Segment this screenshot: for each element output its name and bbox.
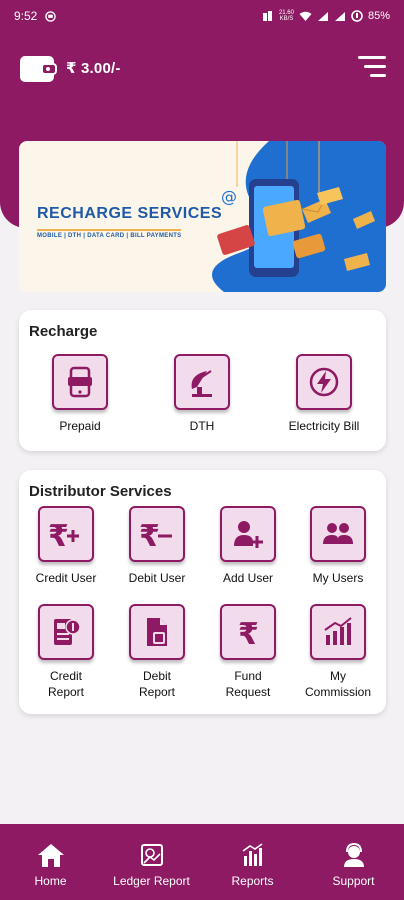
my-commission-label-line1: My bbox=[330, 669, 346, 683]
credit-report-service[interactable]: Credit Report bbox=[21, 604, 111, 700]
my-commission-service[interactable]: My Commission bbox=[293, 604, 383, 700]
distributor-card: Distributor Services ₹ Credit User ₹ Deb… bbox=[19, 470, 386, 714]
support-agent-icon bbox=[343, 842, 364, 867]
credit-user-label: Credit User bbox=[35, 571, 97, 585]
wallet-icon bbox=[20, 56, 57, 82]
dth-label: DTH bbox=[189, 419, 215, 433]
add-user-tile bbox=[220, 506, 276, 562]
debit-report-label-line2: Report bbox=[138, 685, 176, 699]
alarm-icon bbox=[262, 11, 272, 21]
nav-home-label: Home bbox=[34, 874, 67, 888]
bottom-navigation: Home Ledger Report Reports Support bbox=[0, 824, 404, 900]
credit-report-tile bbox=[38, 604, 94, 660]
wallet-balance[interactable]: ₹ 3.00/- bbox=[18, 52, 121, 84]
my-users-service[interactable]: My Users bbox=[293, 506, 383, 586]
electricity-tile bbox=[296, 354, 352, 410]
notification-icon bbox=[45, 10, 57, 22]
nav-ledger-label: Ledger Report bbox=[113, 874, 190, 888]
fund-request-label-line2: Request bbox=[225, 685, 271, 699]
home-icon bbox=[37, 844, 64, 867]
wallet-amount: ₹ 3.00/- bbox=[66, 60, 121, 77]
my-commission-label-line2: Commission bbox=[304, 685, 371, 699]
debit-user-label: Debit User bbox=[128, 571, 186, 585]
ledger-icon bbox=[140, 844, 163, 866]
rupee-minus-icon: ₹ bbox=[139, 519, 172, 551]
banner-title: RECHARGE SERVICES bbox=[37, 205, 223, 222]
debit-report-icon bbox=[147, 618, 167, 646]
add-user-label: Add User bbox=[222, 571, 274, 585]
credit-user-tile: ₹ bbox=[38, 506, 94, 562]
prepaid-service[interactable]: Prepaid bbox=[35, 354, 125, 434]
credit-report-label-line2: Report bbox=[47, 685, 85, 699]
dth-service[interactable]: DTH bbox=[157, 354, 247, 434]
signal-2-icon bbox=[334, 11, 345, 21]
fund-request-tile: ₹ bbox=[220, 604, 276, 660]
banner-subtitle: MOBILE | DTH | DATA CARD | BILL PAYMENTS bbox=[37, 229, 182, 239]
prepaid-label: Prepaid bbox=[59, 419, 101, 433]
svg-text:₹: ₹ bbox=[238, 617, 259, 649]
battery-level: 85% bbox=[367, 10, 390, 22]
rupee-icon: ₹ bbox=[238, 617, 259, 649]
add-user-icon bbox=[234, 521, 263, 548]
debit-report-service[interactable]: Debit Report bbox=[112, 604, 202, 700]
credit-report-icon bbox=[54, 619, 81, 645]
battery-icon bbox=[351, 10, 363, 22]
fund-request-service[interactable]: ₹ Fund Request bbox=[203, 604, 293, 700]
svg-text:@: @ bbox=[221, 187, 237, 206]
my-commission-label: My Commission bbox=[293, 668, 383, 700]
status-time: 9:52 bbox=[14, 9, 38, 23]
svg-text:₹: ₹ bbox=[139, 519, 160, 551]
distributor-section-title: Distributor Services bbox=[29, 483, 172, 500]
credit-report-label-line1: Credit bbox=[49, 669, 82, 683]
nav-home[interactable]: Home bbox=[0, 824, 101, 900]
promo-banner[interactable]: @ RECHARGE SERVICES MOBILE | DTH | DATA … bbox=[19, 141, 386, 292]
debit-report-label: Debit Report bbox=[112, 668, 202, 700]
lightning-bolt-icon bbox=[309, 367, 339, 397]
menu-line bbox=[358, 56, 386, 59]
credit-report-label: Credit Report bbox=[21, 668, 111, 700]
nav-reports[interactable]: Reports bbox=[202, 824, 303, 900]
menu-button[interactable] bbox=[358, 56, 386, 78]
bar-chart-icon bbox=[242, 843, 262, 866]
network-speed-unit: KB/S bbox=[279, 16, 294, 22]
nav-ledger-report[interactable]: Ledger Report bbox=[101, 824, 202, 900]
recharge-section-title: Recharge bbox=[29, 323, 98, 340]
electricity-bill-service[interactable]: Electricity Bill bbox=[279, 354, 369, 434]
growth-chart-icon bbox=[324, 617, 352, 645]
recharge-card: Recharge Prepaid DTH Electricity Bill bbox=[19, 310, 386, 451]
debit-report-label-line1: Debit bbox=[142, 669, 171, 683]
menu-line bbox=[364, 65, 386, 68]
debit-user-tile: ₹ bbox=[129, 506, 185, 562]
fund-request-label-line1: Fund bbox=[234, 669, 262, 683]
my-users-label: My Users bbox=[312, 571, 364, 585]
add-user-service[interactable]: Add User bbox=[203, 506, 293, 586]
dth-tile bbox=[174, 354, 230, 410]
electricity-label: Electricity Bill bbox=[288, 419, 360, 433]
status-bar: 9:52 21.60 KB/S 85% bbox=[0, 0, 404, 32]
nav-support-label: Support bbox=[332, 874, 375, 888]
debit-user-service[interactable]: ₹ Debit User bbox=[112, 506, 202, 586]
network-speed: 21.60 KB/S bbox=[279, 10, 294, 22]
credit-user-service[interactable]: ₹ Credit User bbox=[21, 506, 111, 586]
svg-text:₹: ₹ bbox=[48, 519, 69, 551]
debit-report-tile bbox=[129, 604, 185, 660]
prepaid-tile bbox=[52, 354, 108, 410]
wifi-icon bbox=[299, 11, 312, 21]
menu-line bbox=[370, 74, 386, 77]
signal-icon bbox=[317, 11, 328, 21]
my-commission-tile bbox=[310, 604, 366, 660]
fund-request-label: Fund Request bbox=[203, 668, 293, 700]
nav-reports-label: Reports bbox=[231, 874, 274, 888]
rupee-plus-icon: ₹ bbox=[48, 519, 79, 551]
mobile-recharge-icon bbox=[68, 366, 92, 398]
nav-support[interactable]: Support bbox=[303, 824, 404, 900]
my-users-tile bbox=[310, 506, 366, 562]
users-icon bbox=[323, 523, 353, 544]
dish-antenna-icon bbox=[191, 370, 212, 397]
